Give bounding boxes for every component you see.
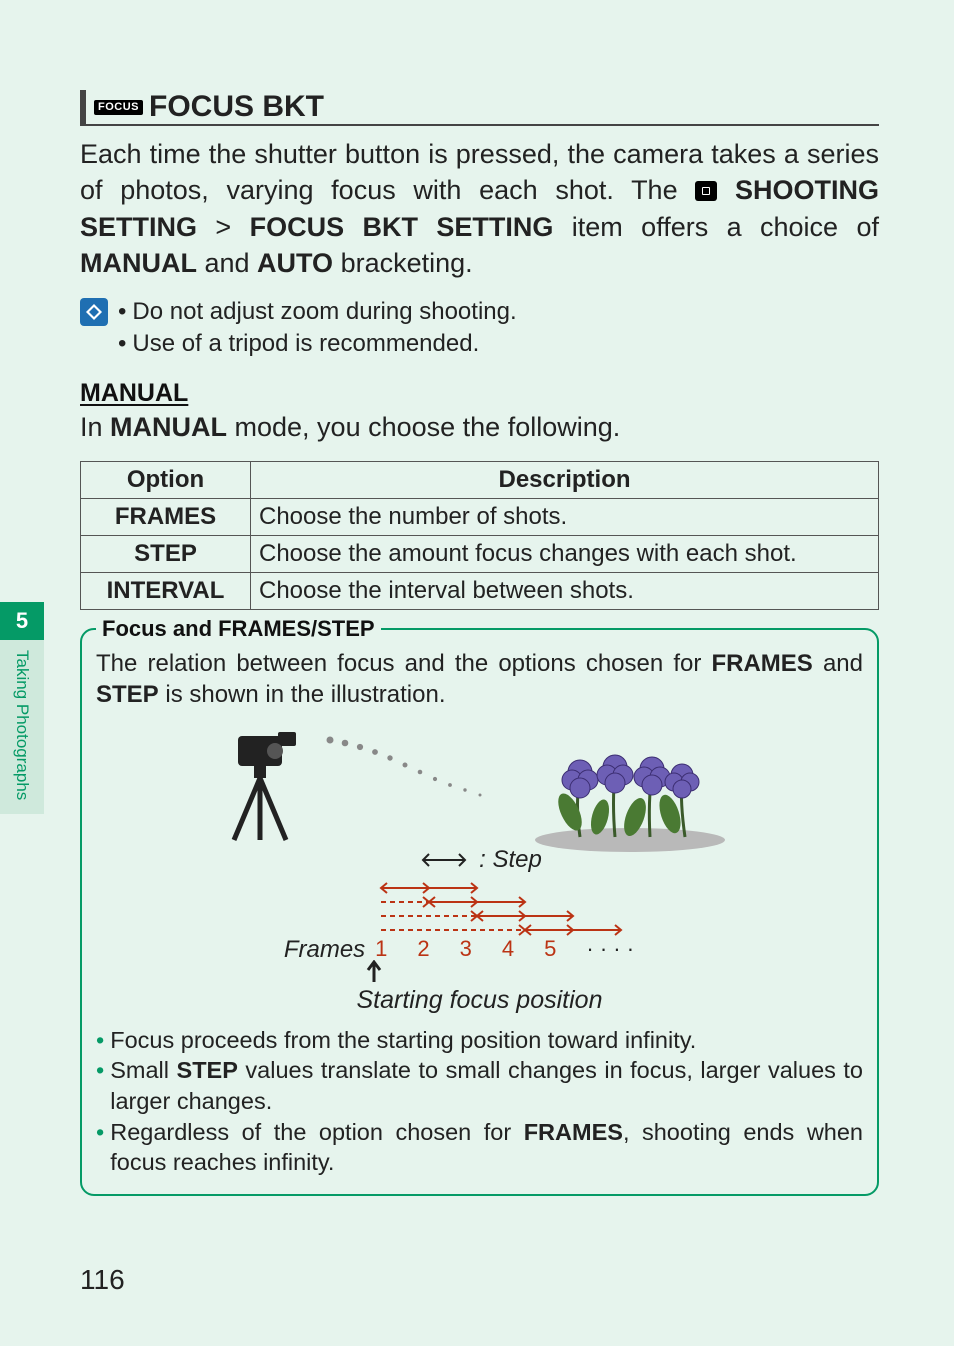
callout-bullet: • Focus proceeds from the starting posit… (96, 1025, 863, 1056)
cell-option: STEP (81, 535, 251, 572)
table-row: STEP Choose the amount focus changes wit… (81, 535, 879, 572)
focus-frames-step-callout: Focus and FRAMES/STEP The relation betwe… (80, 628, 879, 1196)
manual-page: 5 Taking Photographs FOCUS FOCUS BKT Eac… (0, 0, 954, 1346)
bullet-dot-icon: • (96, 1117, 104, 1178)
bullet-text: Focus proceeds from the starting positio… (110, 1025, 696, 1056)
manual-lead-out: mode, you choose the following. (227, 412, 620, 442)
callout-bullet: • Small STEP values translate to small c… (96, 1055, 863, 1116)
cell-option: INTERVAL (81, 572, 251, 609)
table-row: INTERVAL Choose the interval between sho… (81, 572, 879, 609)
tip-item: •Do not adjust zoom during shooting. (118, 296, 517, 328)
callout-intro: The relation between focus and the optio… (96, 648, 863, 710)
col-description: Description (251, 461, 879, 498)
tip-list: •Do not adjust zoom during shooting. •Us… (118, 296, 517, 361)
callout-bullet: • Regardless of the option chosen for FR… (96, 1117, 863, 1178)
intro-manual: MANUAL (80, 248, 197, 278)
bullet-dot-icon: • (118, 328, 126, 360)
diagram-top (220, 722, 740, 842)
manual-lead-in: In (80, 412, 110, 442)
manual-heading: MANUAL (80, 379, 879, 408)
chapter-tab: 5 Taking Photographs (0, 602, 44, 814)
chapter-number: 5 (0, 602, 44, 640)
bullet-dot-icon: • (118, 296, 126, 328)
callout-intro-c: is shown in the illustration. (159, 681, 446, 708)
page-number: 116 (80, 1264, 125, 1296)
starting-focus-label: Starting focus position (357, 986, 603, 1015)
options-table: Option Description FRAMES Choose the num… (80, 461, 879, 610)
focus-badge-icon: FOCUS (94, 100, 143, 115)
intro-text-2: item offers a choice of (553, 212, 879, 242)
intro-focusbkt: FOCUS BKT SETTING (250, 212, 554, 242)
table-header-row: Option Description (81, 461, 879, 498)
cell-option: FRAMES (81, 498, 251, 535)
intro-gt: > (197, 212, 250, 242)
callout-title: Focus and FRAMES/STEP (96, 616, 381, 642)
camera-tripod-icon (220, 732, 310, 842)
bullet-dot-icon: • (96, 1025, 104, 1056)
bullet-dot-icon: • (96, 1055, 104, 1116)
double-arrow-icon (417, 851, 471, 869)
flowers-icon (520, 722, 740, 852)
frames-block: Frames (284, 880, 675, 964)
intro-paragraph: Each time the shutter button is pressed,… (80, 136, 879, 282)
bullet-text: Regardless of the option chosen for FRAM… (110, 1117, 863, 1178)
diamond-tip-icon (80, 298, 108, 326)
callout-intro-a: The relation between focus and the optio… (96, 650, 711, 677)
camera-settings-icon (695, 181, 717, 201)
tip-text: Do not adjust zoom during shooting. (132, 296, 516, 328)
callout-intro-b: and (813, 650, 863, 677)
table-row: FRAMES Choose the number of shots. (81, 498, 879, 535)
cell-desc: Choose the interval between shots. (251, 572, 879, 609)
dots-trail-icon (325, 732, 495, 802)
frames-label: Frames (284, 880, 365, 964)
col-option: Option (81, 461, 251, 498)
intro-and: and (197, 248, 257, 278)
tip-item: •Use of a tripod is recommended. (118, 328, 517, 360)
callout-bullet-list: • Focus proceeds from the starting posit… (96, 1025, 863, 1178)
intro-auto: AUTO (257, 248, 333, 278)
intro-text-3: bracketing. (333, 248, 473, 278)
manual-lead: In MANUAL mode, you choose the following… (80, 412, 879, 443)
tip-block: •Do not adjust zoom during shooting. •Us… (80, 296, 879, 361)
cell-desc: Choose the number of shots. (251, 498, 879, 535)
frames-arrows: 1 2 3 4 5 · · · · (375, 880, 675, 964)
focus-diagram: : Step Frames (96, 722, 863, 1015)
section-title: FOCUS BKT (149, 90, 324, 124)
callout-frames-word: FRAMES (711, 650, 812, 677)
tip-text: Use of a tripod is recommended. (132, 328, 479, 360)
section-header: FOCUS FOCUS BKT (80, 90, 879, 126)
bullet-text: Small STEP values translate to small cha… (110, 1055, 863, 1116)
frames-arrows-icon (375, 880, 675, 940)
callout-step-word: STEP (96, 681, 159, 708)
chapter-label: Taking Photographs (0, 640, 44, 814)
cell-desc: Choose the amount focus changes with eac… (251, 535, 879, 572)
manual-lead-bold: MANUAL (110, 412, 227, 442)
